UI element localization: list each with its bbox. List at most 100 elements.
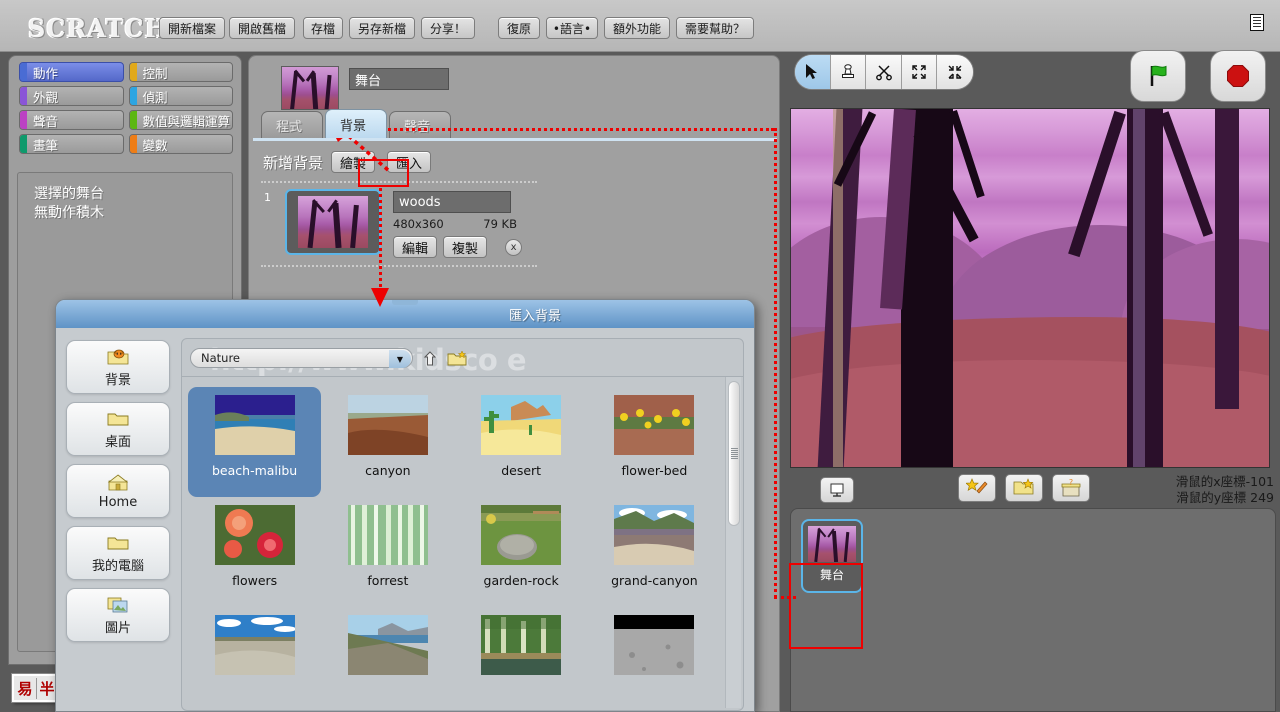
category-label: 偵測 [137,87,168,106]
block-category-5[interactable]: 數值與邏輯運算 [129,110,234,130]
file-label: beach-malibu [212,463,297,478]
file-item-8[interactable] [188,607,321,711]
menu-button-8[interactable]: 需要幫助？ [676,17,754,39]
dialog-body: 背景桌面 Home 我的電腦圖片 http://www.kidsco e Natur… [56,328,754,712]
file-item-10[interactable] [455,607,588,711]
file-thumbnail [481,505,561,565]
document-icon[interactable] [1246,9,1268,35]
green-flag-icon [1145,63,1171,89]
sprite-list-item-stage[interactable]: 舞台 [801,519,863,593]
dialog-sidebar-label: 圖片 [105,617,131,636]
sprite-list-pane: 舞台 [790,508,1276,712]
mouse-y-value: 249 [1250,490,1274,505]
surprise-sprite-icon[interactable]: ? [1052,474,1090,502]
file-thumbnail [348,505,428,565]
dialog-sidebar-item-2[interactable]: Home [66,464,170,518]
tab-2[interactable]: 聲音 [389,111,451,138]
stamp-icon[interactable] [831,55,867,89]
block-category-7[interactable]: 變數 [129,134,234,154]
dialog-grip[interactable] [392,300,418,305]
menu-button-0[interactable]: 開新檔案 [159,17,225,39]
backdrop-filesize: 79 KB [483,217,517,231]
pictures-icon [107,595,129,615]
menu-button-2[interactable]: 存檔 [303,17,343,39]
mouse-x-value: -101 [1246,474,1274,489]
file-item-11[interactable] [588,607,721,711]
menu-button-1[interactable]: 開啟舊檔 [229,17,295,39]
file-item-0[interactable]: beach-malibu [188,387,321,497]
backdrop-thumbnail[interactable] [285,189,381,255]
block-category-0[interactable]: 動作 [19,62,124,82]
green-flag-button[interactable] [1130,50,1186,102]
stage-display[interactable] [790,108,1270,468]
open-sprite-file-icon[interactable] [1005,474,1043,502]
file-item-1[interactable]: canyon [321,387,454,497]
stage-tool-strip [794,54,974,90]
up-folder-icon[interactable] [421,351,439,366]
block-category-4[interactable]: 聲音 [19,110,124,130]
file-label: desert [501,463,541,478]
file-item-4[interactable]: flowers [188,497,321,607]
scissors-icon[interactable] [866,55,902,89]
file-item-3[interactable]: flower-bed [588,387,721,497]
file-item-2[interactable]: desert [455,387,588,497]
dialog-title-bar[interactable]: 匯入背景 [56,300,754,328]
block-category-1[interactable]: 控制 [129,62,234,82]
dialog-sidebar-label: 我的電腦 [92,555,144,574]
paint-new-sprite-icon[interactable] [958,474,996,502]
dialog-sidebar-item-0[interactable]: 背景 [66,340,170,394]
block-category-2[interactable]: 外觀 [19,86,124,106]
menu-button-5[interactable]: 復原 [498,17,540,39]
mouse-coordinates: 滑鼠的x座標-101 滑鼠的y座標 249 [1176,474,1274,506]
paint-backdrop-button[interactable]: 繪製 [331,151,375,173]
file-thumbnail [348,395,428,455]
dialog-sidebar-item-3[interactable]: 我的電腦 [66,526,170,580]
tab-1[interactable]: 背景 [325,109,387,138]
new-folder-icon[interactable] [447,351,465,366]
sprite-name-field[interactable]: 舞台 [349,68,449,90]
shrink-icon[interactable] [937,55,973,89]
add-backdrop-row: 新增背景 繪製 匯入 [263,151,431,173]
dialog-sidebar-item-1[interactable]: 桌面 [66,402,170,456]
file-grid-scrollbar[interactable] [725,377,741,708]
file-item-9[interactable] [321,607,454,711]
chevron-down-icon[interactable]: ▼ [389,350,411,368]
dialog-sidebar-item-4[interactable]: 圖片 [66,588,170,642]
category-color-swatch [130,63,137,81]
category-label: 外觀 [27,87,58,106]
folder-select[interactable]: Nature ▼ [190,348,413,368]
file-item-6[interactable]: garden-rock [455,497,588,607]
file-thumbnail [481,395,561,455]
scrollbar-thumb[interactable] [728,381,740,526]
category-color-swatch [20,87,27,105]
stop-button[interactable] [1210,50,1266,102]
stage-panel: ? 滑鼠的x座標-101 滑鼠的y座標 249 舞台 [786,46,1280,712]
menu-button-6[interactable]: •語言• [546,17,598,39]
edit-backdrop-button[interactable]: 編輯 [393,236,437,258]
menu-button-7[interactable]: 額外功能 [604,17,670,39]
dialog-main: http://www.kidsco e Nature ▼ [181,328,754,712]
block-category-3[interactable]: 偵測 [129,86,234,106]
file-item-5[interactable]: forrest [321,497,454,607]
grow-icon[interactable] [902,55,938,89]
pointer-icon[interactable] [795,55,831,89]
badge-char-1: 易 [14,678,35,699]
block-category-6[interactable]: 畫筆 [19,134,124,154]
menu-button-3[interactable]: 另存新檔 [349,17,415,39]
presentation-mode-icon[interactable] [820,477,854,503]
backdrop-dimensions: 480x360 [393,217,444,231]
category-label: 聲音 [27,111,58,130]
copy-backdrop-button[interactable]: 複製 [443,236,487,258]
add-backdrop-label: 新增背景 [263,152,323,173]
tab-strip: 程式背景聲音 [261,111,771,139]
import-backdrop-button[interactable]: 匯入 [387,151,431,173]
file-item-7[interactable]: grand-canyon [588,497,721,607]
tab-0[interactable]: 程式 [261,111,323,138]
backdrop-name-field[interactable]: woods [393,191,511,213]
file-thumbnail [215,395,295,455]
scratch-logo: SCRATCH [28,14,168,43]
scratch-cat-folder-icon [107,347,129,367]
menu-button-4[interactable]: 分享！ [421,17,475,39]
delete-backdrop-button[interactable]: x [505,239,522,256]
path-toolbar: Nature ▼ [190,347,735,369]
